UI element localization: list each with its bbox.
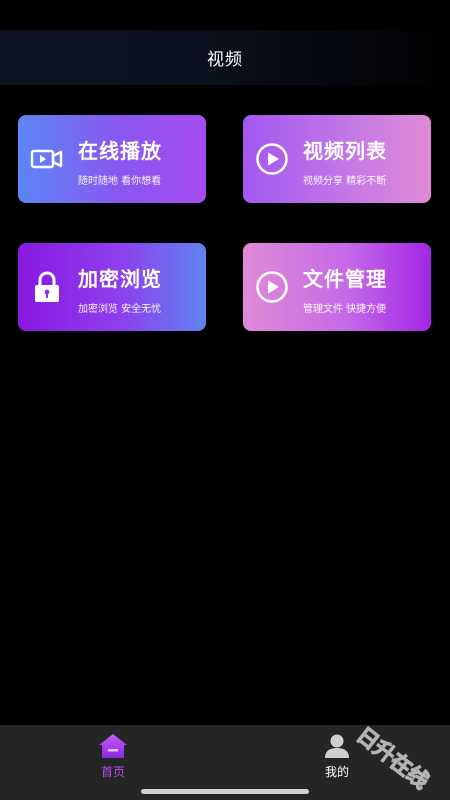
card-title: 文件管理 xyxy=(303,267,387,291)
app-screen: 视频 在线播放 随时随地 看你想看 视频列表 视频分享 精彩不断 加密浏览 加密… xyxy=(0,0,450,800)
card-title: 视频列表 xyxy=(303,139,387,163)
home-icon xyxy=(99,734,127,758)
play-circle-icon xyxy=(256,271,288,303)
file-management-card[interactable]: 文件管理 管理文件 快捷方便 xyxy=(243,243,431,331)
encrypted-browsing-card[interactable]: 加密浏览 加密浏览 安全无忧 xyxy=(18,243,206,331)
page-title: 视频 xyxy=(207,50,243,70)
video-list-card[interactable]: 视频列表 视频分享 精彩不断 xyxy=(243,115,431,203)
card-subtitle: 视频分享 精彩不断 xyxy=(303,176,387,187)
play-circle-icon xyxy=(256,143,288,175)
home-indicator xyxy=(141,789,309,794)
card-subtitle: 管理文件 快捷方便 xyxy=(303,304,387,315)
online-playback-card[interactable]: 在线播放 随时随地 看你想看 xyxy=(18,115,206,203)
tab-home[interactable]: 首页 xyxy=(78,733,148,783)
top-bar: 视频 xyxy=(0,30,450,85)
svg-text:日升在线: 日升在线 xyxy=(352,725,433,793)
card-title: 加密浏览 xyxy=(78,267,162,291)
watermark-logo: 日升在线 xyxy=(352,725,434,794)
lock-icon xyxy=(35,271,59,302)
card-subtitle: 随时随地 看你想看 xyxy=(78,176,162,187)
card-subtitle: 加密浏览 安全无忧 xyxy=(78,304,162,315)
tab-label: 首页 xyxy=(100,765,125,779)
video-camera-icon xyxy=(30,149,63,169)
card-title: 在线播放 xyxy=(78,139,162,163)
